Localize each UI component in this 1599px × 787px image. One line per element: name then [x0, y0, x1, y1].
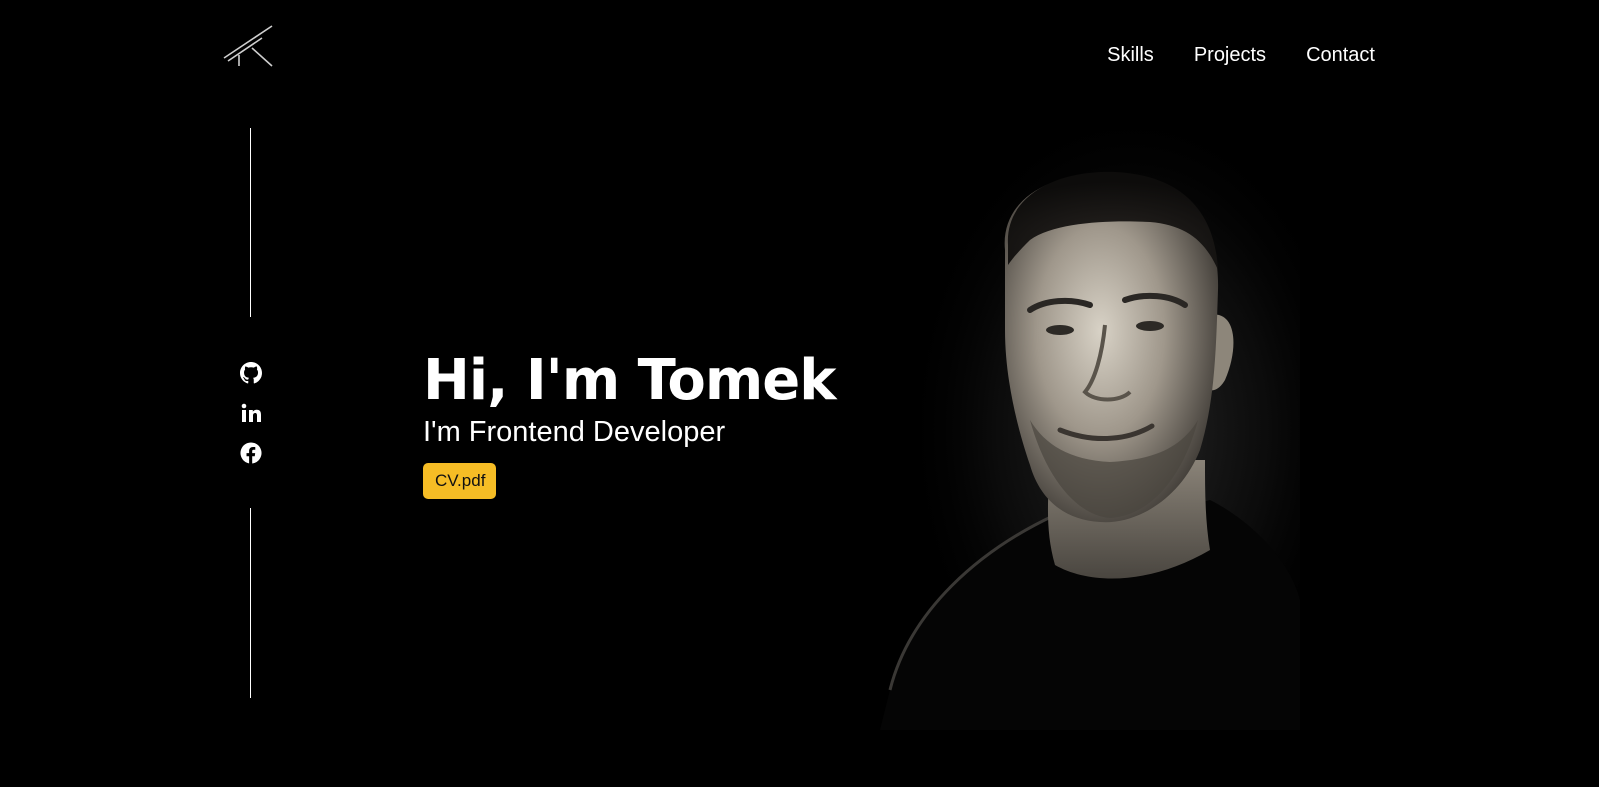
nav-link-projects[interactable]: Projects — [1194, 42, 1266, 68]
rail-divider-bottom — [250, 508, 251, 698]
logo-link[interactable] — [222, 24, 276, 70]
hero-section: Hi, I'm Tomek I'm Frontend Developer CV.… — [423, 348, 836, 499]
nav-link-contact[interactable]: Contact — [1306, 42, 1375, 68]
tk-logo-icon — [223, 25, 273, 67]
hero-subtitle: I'm Frontend Developer — [423, 416, 726, 448]
github-link[interactable] — [240, 362, 262, 384]
facebook-link[interactable] — [240, 442, 262, 464]
profile-portrait-image — [880, 130, 1300, 730]
facebook-icon — [240, 442, 262, 464]
github-icon — [240, 362, 262, 384]
main-nav: Skills Projects Contact — [1107, 42, 1375, 68]
hero-title: Hi, I'm Tomek — [423, 348, 836, 413]
nav-link-skills[interactable]: Skills — [1107, 42, 1154, 68]
linkedin-link[interactable] — [240, 402, 262, 424]
landing-page: Skills Projects Contact Hi, I'm Tomek I'… — [0, 0, 1599, 787]
rail-divider-top — [250, 128, 251, 317]
cv-download-button[interactable]: CV.pdf — [423, 463, 497, 499]
linkedin-icon — [241, 403, 261, 422]
